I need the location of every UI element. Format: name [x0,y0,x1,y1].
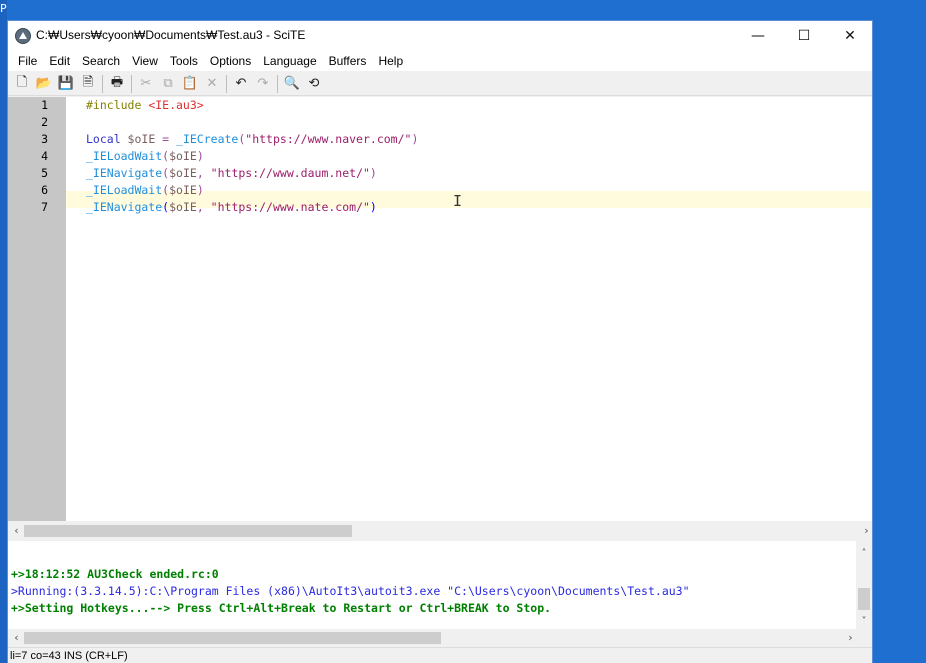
menu-buffers[interactable]: Buffers [323,54,373,68]
toolbar-separator [102,74,103,93]
close-file-icon[interactable]: 🗎 [77,73,99,95]
code-token: , [196,200,211,214]
line-number: 4 [41,149,48,163]
code-token: "https://www.naver.com/" [245,132,412,146]
line-number: 7 [41,200,48,214]
code-token: "https://www.nate.com/" [210,200,370,214]
desktop-label: P [0,2,7,15]
line-number: 6 [41,183,48,197]
output-horizontal-scrollbar[interactable]: ‹ › [8,629,872,646]
code-editor[interactable]: 1 2 3 4 5 6 7 #include <IE.au3> Local $oIE = _I… [8,97,872,521]
output-scroll-thumb[interactable] [858,588,870,610]
code-token: = [155,132,177,146]
line-number: 5 [41,166,48,180]
editor-scroll-thumb[interactable] [24,525,352,537]
title-bar[interactable]: C:₩Users₩cyoon₩Documents₩Test.au3 - SciT… [8,21,872,51]
code-token: _IENavigate [86,166,163,180]
find-icon[interactable]: 🔍 [281,73,303,95]
code-line[interactable]: _IELoadWait($oIE) [86,148,204,165]
paste-icon[interactable]: 📋 [179,73,201,95]
new-file-icon[interactable]: 🗋 [11,73,33,95]
code-token: "https://www.daum.net/" [210,166,370,180]
code-token: _IENavigate [86,200,163,214]
menu-options[interactable]: Options [204,54,257,68]
menu-edit[interactable]: Edit [43,54,76,68]
toolbar-separator [226,74,227,93]
scroll-left-icon[interactable]: ‹ [8,629,25,646]
open-folder-icon[interactable]: 📂 [33,73,55,95]
code-token: ) [369,200,377,214]
desktop-edge [0,0,7,663]
line-number: 3 [41,132,48,146]
code-token: $oIE [169,166,197,180]
code-token: ) [196,183,204,197]
undo-icon[interactable]: ↶ [230,73,252,95]
code-token: ) [411,132,419,146]
print-icon[interactable]: 🖶 [106,73,128,95]
code-line[interactable]: _IENavigate($oIE, "https://www.daum.net/… [86,165,377,182]
code-token: _IECreate [176,132,239,146]
code-token: #include [86,98,149,112]
maximize-button[interactable]: ☐ [781,21,827,51]
line-number: 2 [41,115,48,129]
redo-icon[interactable]: ↷ [252,73,274,95]
code-token: $oIE [169,200,197,214]
menu-help[interactable]: Help [372,54,409,68]
scroll-right-icon[interactable]: › [842,629,859,646]
output-vertical-scrollbar[interactable]: ˄ ˅ [856,541,872,629]
minimize-button[interactable]: — [735,21,781,51]
copy-icon[interactable]: ⧉ [157,73,179,95]
scite-window: C:₩Users₩cyoon₩Documents₩Test.au3 - SciT… [7,20,873,663]
toolbar-separator [131,74,132,93]
output-line: +>Setting Hotkeys...--> Press Ctrl+Alt+B… [11,601,552,615]
scite-app-icon[interactable] [15,28,31,44]
code-line[interactable]: #include <IE.au3> [86,97,204,114]
cut-icon[interactable]: ✂ [135,73,157,95]
menu-bar: File Edit Search View Tools Options Lang… [8,51,872,71]
code-line[interactable]: _IENavigate($oIE, "https://www.nate.com/… [86,199,377,216]
code-token: <IE.au3> [148,98,204,112]
code-token: $oIE [127,132,156,146]
scroll-up-icon[interactable]: ˄ [856,545,872,561]
menu-search[interactable]: Search [76,54,126,68]
code-token: ) [196,149,204,163]
code-token: , [196,166,211,180]
output-hscroll-thumb[interactable] [24,632,441,644]
code-token: $oIE [169,149,197,163]
toolbar: 🗋 📂 💾 🗎 🖶 ✂ ⧉ 📋 ✕ ↶ ↷ 🔍 ⟲ [8,72,872,96]
menu-view[interactable]: View [126,54,164,68]
menu-file[interactable]: File [12,54,43,68]
delete-icon[interactable]: ✕ [201,73,223,95]
output-line: >Running:(3.3.14.5):C:\Program Files (x8… [11,584,690,598]
code-token: Local [86,132,128,146]
replace-icon[interactable]: ⟲ [303,73,325,95]
scroll-down-icon[interactable]: ˅ [856,613,872,629]
output-pane[interactable]: +>18:12:52 AU3Check ended.rc:0 >Running:(… [8,541,856,629]
output-line: +>18:12:52 AU3Check ended.rc:0 [11,567,219,581]
window-title: C:₩Users₩cyoon₩Documents₩Test.au3 - SciT… [36,28,306,42]
save-icon[interactable]: 💾 [55,73,77,95]
code-token: ) [369,166,377,180]
text-cursor-icon: I [453,192,463,210]
toolbar-separator [277,74,278,93]
code-line[interactable]: Local $oIE = _IECreate("https://www.nave… [86,131,418,148]
scroll-right-icon[interactable]: › [858,522,875,539]
menu-tools[interactable]: Tools [164,54,204,68]
close-button[interactable]: ✕ [827,21,873,51]
status-bar: li=7 co=43 INS (CR+LF) [8,647,872,663]
menu-language[interactable]: Language [257,54,322,68]
line-number: 1 [41,98,48,112]
scroll-left-icon[interactable]: ‹ [8,522,25,539]
code-token: _IELoadWait [86,149,163,163]
code-token: _IELoadWait [86,183,163,197]
editor-horizontal-scrollbar[interactable]: ‹ › [8,522,872,539]
code-token: $oIE [169,183,197,197]
code-line[interactable]: _IELoadWait($oIE) [86,182,204,199]
